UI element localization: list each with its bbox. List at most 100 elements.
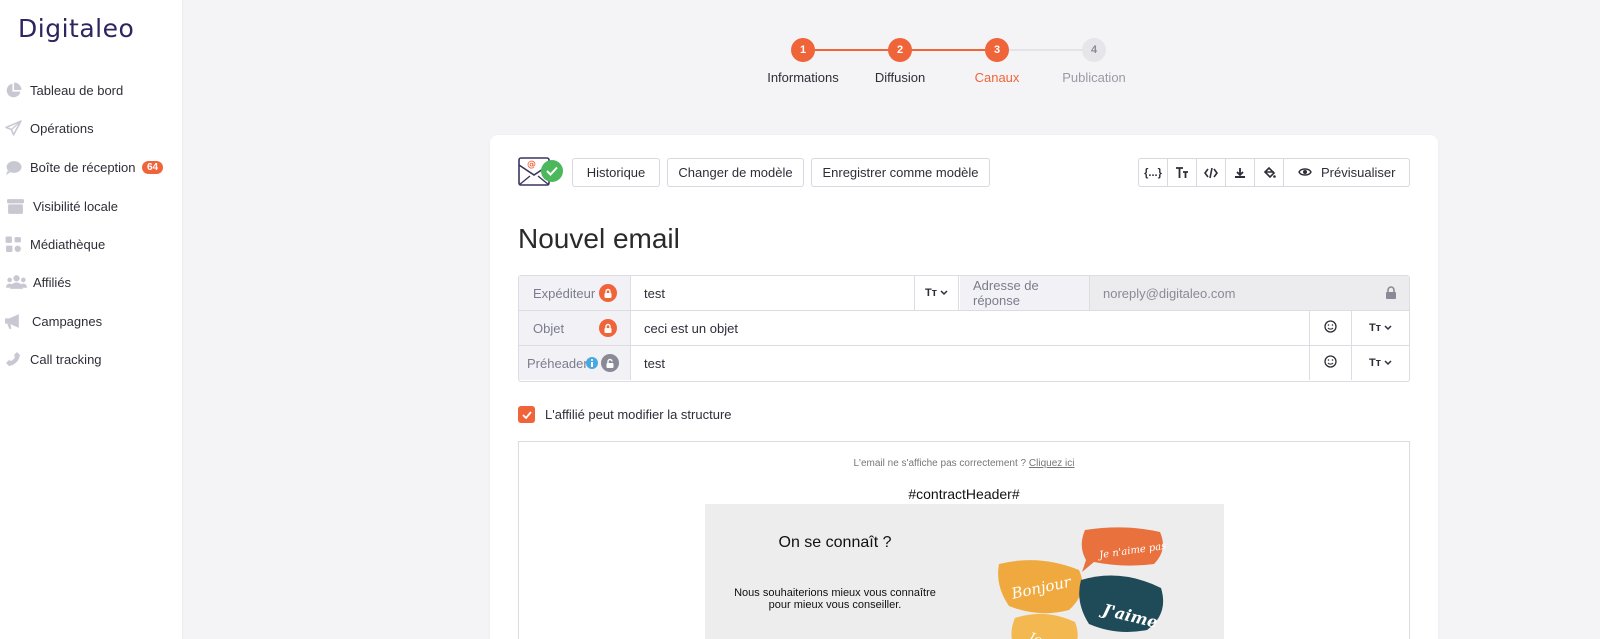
code-icon[interactable] bbox=[1197, 159, 1226, 186]
save-as-template-button[interactable]: Enregistrer comme modèle bbox=[811, 158, 990, 187]
notice-link[interactable]: Cliquez ici bbox=[1029, 458, 1075, 469]
svg-text:@: @ bbox=[527, 160, 536, 170]
phone-icon bbox=[4, 350, 22, 368]
sender-label-text: Expéditeur bbox=[533, 285, 596, 301]
step-label: Publication bbox=[1062, 70, 1126, 85]
paint-bucket-icon[interactable] bbox=[1255, 159, 1284, 186]
preheader-format-dropdown[interactable]: Tт bbox=[1351, 346, 1409, 380]
preheader-row: Préheader test Tт bbox=[519, 346, 1409, 381]
preheader-label-text: Préheader bbox=[527, 355, 588, 371]
banner-title: On se connaît ? bbox=[778, 534, 892, 551]
history-button[interactable]: Historique bbox=[572, 158, 660, 187]
email-banner: On se connaît ? Nous souhaiterions mieux… bbox=[705, 504, 1224, 639]
format-label: Tт bbox=[1368, 322, 1382, 334]
app-logo[interactable]: Digitaleo bbox=[18, 14, 134, 43]
preview-button[interactable]: Prévisualiser bbox=[1284, 159, 1409, 186]
variables-button[interactable]: {...} bbox=[1139, 159, 1168, 186]
lock-icon[interactable] bbox=[599, 319, 617, 337]
step-label: Canaux bbox=[974, 70, 1020, 85]
users-icon bbox=[5, 273, 27, 291]
smiley-icon bbox=[1324, 355, 1337, 371]
format-label: Tт bbox=[924, 287, 938, 299]
sidebar-item-label: Opérations bbox=[30, 120, 94, 136]
sidebar-item-label: Campagnes bbox=[32, 313, 103, 329]
page-title: Nouvel email bbox=[518, 223, 680, 254]
pie-chart-icon bbox=[4, 81, 22, 99]
reply-address-input[interactable]: noreply@digitaleo.com bbox=[1090, 276, 1409, 310]
step-diffusion[interactable]: 2 Diffusion bbox=[850, 38, 950, 85]
progress-stepper: 1 Informations 2 Diffusion 3 Canaux 4 Pu… bbox=[740, 38, 1130, 90]
reply-address-label: Adresse de réponse bbox=[960, 276, 1090, 310]
step-number: 2 bbox=[888, 38, 912, 62]
lock-icon[interactable] bbox=[599, 284, 617, 302]
subject-label-text: Objet bbox=[533, 320, 565, 336]
step-number: 3 bbox=[985, 38, 1009, 62]
smiley-icon bbox=[1324, 320, 1337, 336]
info-icon[interactable] bbox=[586, 357, 598, 369]
emoji-button[interactable] bbox=[1309, 346, 1351, 380]
sender-label: Expéditeur bbox=[519, 276, 631, 310]
step-label: Diffusion bbox=[874, 70, 926, 85]
step-number: 4 bbox=[1082, 38, 1106, 62]
sender-input[interactable]: test bbox=[631, 276, 914, 310]
paper-plane-icon bbox=[4, 119, 22, 137]
sender-row: Expéditeur test Tт Adresse de réponse no… bbox=[519, 276, 1409, 311]
sidebar-item-label: Call tracking bbox=[30, 351, 102, 367]
sidebar-item-label: Boîte de réception bbox=[30, 159, 136, 175]
speech-bubbles-illustration: Je n'aime pas Bonjour J'aime Je suis bbox=[998, 527, 1167, 639]
inbox-count-badge: 64 bbox=[142, 160, 164, 174]
display-notice: L'email ne s'affiche pas correctement ? … bbox=[519, 458, 1409, 469]
format-label: Tт bbox=[1368, 357, 1382, 369]
lock-icon bbox=[1385, 286, 1397, 305]
subject-label: Objet bbox=[519, 311, 631, 345]
structure-checkbox-label: L'affilié peut modifier la structure bbox=[545, 407, 732, 422]
chevron-down-icon bbox=[940, 287, 948, 299]
subject-format-dropdown[interactable]: Tт bbox=[1351, 311, 1409, 345]
subject-input[interactable]: ceci est un objet bbox=[631, 311, 1309, 345]
change-template-button[interactable]: Changer de modèle bbox=[667, 158, 804, 187]
storefront-icon bbox=[5, 197, 25, 215]
sender-format-dropdown[interactable]: Tт bbox=[914, 276, 959, 310]
step-publication[interactable]: 4 Publication bbox=[1044, 38, 1144, 85]
sidebar-item-call-tracking[interactable]: Call tracking bbox=[0, 343, 183, 375]
preview-label: Prévisualiser bbox=[1321, 165, 1396, 180]
preheader-input[interactable]: test bbox=[631, 346, 1309, 380]
sidebar-item-label: Visibilité locale bbox=[33, 198, 119, 214]
sidebar-item-campagnes[interactable]: Campagnes bbox=[0, 305, 183, 337]
sidebar-item-visibilite-locale[interactable]: Visibilité locale bbox=[0, 190, 183, 222]
step-informations[interactable]: 1 Informations bbox=[753, 38, 853, 85]
notice-text: L'email ne s'affiche pas correctement ? bbox=[853, 458, 1027, 469]
sidebar-item-affilies[interactable]: Affiliés bbox=[0, 266, 183, 298]
unlock-icon[interactable] bbox=[601, 354, 619, 372]
sidebar: Digitaleo Tableau de bord Opérations Boî… bbox=[0, 0, 183, 639]
email-preview[interactable]: L'email ne s'affiche pas correctement ? … bbox=[518, 441, 1410, 639]
structure-checkbox-row[interactable]: L'affilié peut modifier la structure bbox=[518, 406, 732, 423]
editor-tools-group: {...} Prévisualiser bbox=[1138, 158, 1411, 187]
banner-text: Nous souhaiterions mieux vous connaître … bbox=[734, 587, 936, 611]
sidebar-item-mediatheque[interactable]: Médiathèque bbox=[0, 228, 183, 260]
sidebar-item-tableau-de-bord[interactable]: Tableau de bord bbox=[0, 74, 183, 106]
preheader-label: Préheader bbox=[519, 346, 631, 380]
structure-checkbox[interactable] bbox=[518, 406, 535, 423]
sidebar-item-label: Affiliés bbox=[33, 274, 72, 290]
email-channel-icon: @ bbox=[518, 155, 566, 191]
contract-header: #contractHeader# bbox=[908, 486, 1020, 502]
email-settings-form: Expéditeur test Tт Adresse de réponse no… bbox=[518, 275, 1410, 382]
megaphone-icon bbox=[4, 312, 22, 330]
emoji-button[interactable] bbox=[1309, 311, 1351, 345]
email-editor-card: @ Historique Changer de modèle Enregistr… bbox=[490, 135, 1438, 639]
chevron-down-icon bbox=[1384, 357, 1392, 369]
text-format-icon[interactable] bbox=[1168, 159, 1197, 186]
chevron-down-icon bbox=[1384, 322, 1392, 334]
images-icon bbox=[4, 235, 22, 253]
eye-icon bbox=[1298, 165, 1312, 180]
step-canaux[interactable]: 3 Canaux bbox=[947, 38, 1047, 85]
step-label: Informations bbox=[767, 70, 839, 85]
sidebar-item-label: Médiathèque bbox=[30, 236, 106, 252]
download-icon[interactable] bbox=[1226, 159, 1255, 186]
chat-bubble-icon bbox=[4, 158, 22, 176]
subject-row: Objet ceci est un objet Tт bbox=[519, 311, 1409, 346]
step-number: 1 bbox=[791, 38, 815, 62]
sidebar-item-operations[interactable]: Opérations bbox=[0, 112, 183, 144]
sidebar-item-boite-de-reception[interactable]: Boîte de réception 64 bbox=[0, 151, 183, 183]
